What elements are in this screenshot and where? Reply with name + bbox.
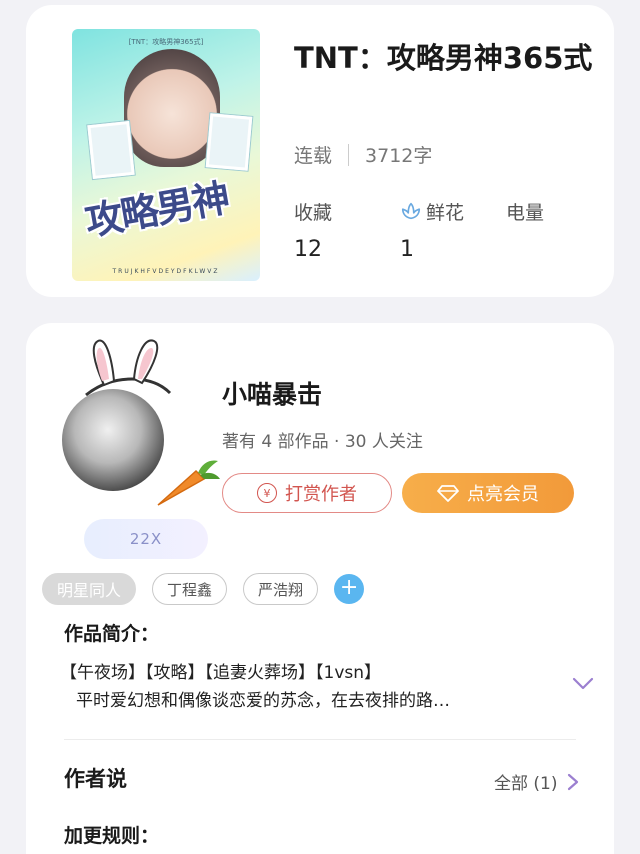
cover-title: 攻略男神	[81, 174, 232, 245]
cover-photo-right	[205, 113, 253, 171]
stat-value: 1	[400, 237, 414, 262]
cover-bottom-text: TRUJKHFVDEYDFKLWVZ	[112, 268, 220, 275]
cover-top-text: [TNT：攻略男神365式]	[128, 38, 204, 46]
author-name[interactable]: 小喵暴击	[222, 375, 322, 411]
tip-author-button[interactable]: ¥ 打赏作者	[222, 473, 392, 513]
chevron-down-icon[interactable]	[572, 677, 594, 691]
stat-label: 收藏	[294, 201, 333, 224]
book-stats: 收藏 12 鲜花 1 电量	[294, 199, 612, 263]
book-status-row: 连载 3712字	[294, 141, 432, 168]
cover-portrait	[124, 49, 220, 167]
flower-icon	[401, 202, 421, 220]
cover-photo-left	[87, 120, 135, 180]
stat-flowers[interactable]: 鲜花 1	[400, 199, 506, 263]
tag-item[interactable]: 严浩翔	[243, 573, 319, 605]
stat-favorites[interactable]: 收藏 12	[294, 199, 400, 263]
serial-status: 连载	[294, 145, 333, 167]
stat-power[interactable]: 电量	[506, 199, 612, 262]
intro-line-2: 平时爱幻想和偶像谈恋爱的苏念，在去夜排的路…	[76, 691, 450, 711]
tip-author-label: 打赏作者	[285, 484, 357, 505]
book-title: TNT：攻略男神365式	[294, 41, 593, 75]
activate-vip-button[interactable]: 点亮会员	[402, 473, 574, 513]
word-count: 3712字	[365, 145, 433, 167]
intro-text[interactable]: 【午夜场】【攻略】【追妻火葬场】【1vsn】 平时爱幻想和偶像谈恋爱的苏念，在去…	[60, 659, 540, 715]
author-says-heading: 作者说	[64, 767, 127, 791]
update-rules-heading: 加更规则：	[64, 825, 160, 847]
stat-label: 鲜花	[426, 201, 465, 224]
divider	[348, 143, 350, 166]
diamond-icon	[437, 485, 459, 502]
divider	[64, 739, 576, 740]
book-cover[interactable]: [TNT：攻略男神365式] 攻略男神 TRUJKHFVDEYDFKLWVZ	[72, 29, 260, 281]
author-says-all-link[interactable]: 全部 (1)	[494, 769, 579, 794]
add-tag-button[interactable]: +	[334, 574, 365, 604]
avatar	[62, 389, 164, 491]
yen-icon: ¥	[257, 483, 277, 503]
author-card: 22X 小喵暴击 著有 4 部作品 · 30 人关注 ¥ 打赏作者 点亮会员 明…	[26, 323, 614, 854]
author-meta: 著有 4 部作品 · 30 人关注	[222, 432, 423, 452]
intro-heading: 作品简介：	[64, 623, 160, 645]
all-link-label: 全部 (1)	[494, 774, 558, 794]
tag-category[interactable]: 明星同人	[42, 573, 137, 605]
carrot-icon	[157, 460, 220, 506]
tag-list: 明星同人 丁程鑫 严浩翔 +	[42, 573, 365, 605]
tag-item[interactable]: 丁程鑫	[152, 573, 228, 605]
level-badge: 22X	[84, 519, 208, 559]
book-info-card: [TNT：攻略男神365式] 攻略男神 TRUJKHFVDEYDFKLWVZ T…	[26, 5, 614, 297]
activate-vip-label: 点亮会员	[467, 484, 539, 505]
stat-label: 电量	[506, 201, 545, 224]
intro-line-1: 【午夜场】【攻略】【追妻火葬场】【1vsn】	[60, 663, 382, 683]
chevron-right-icon	[568, 773, 579, 790]
stat-value: 12	[294, 237, 322, 262]
author-avatar-group[interactable]: 22X	[54, 335, 224, 559]
